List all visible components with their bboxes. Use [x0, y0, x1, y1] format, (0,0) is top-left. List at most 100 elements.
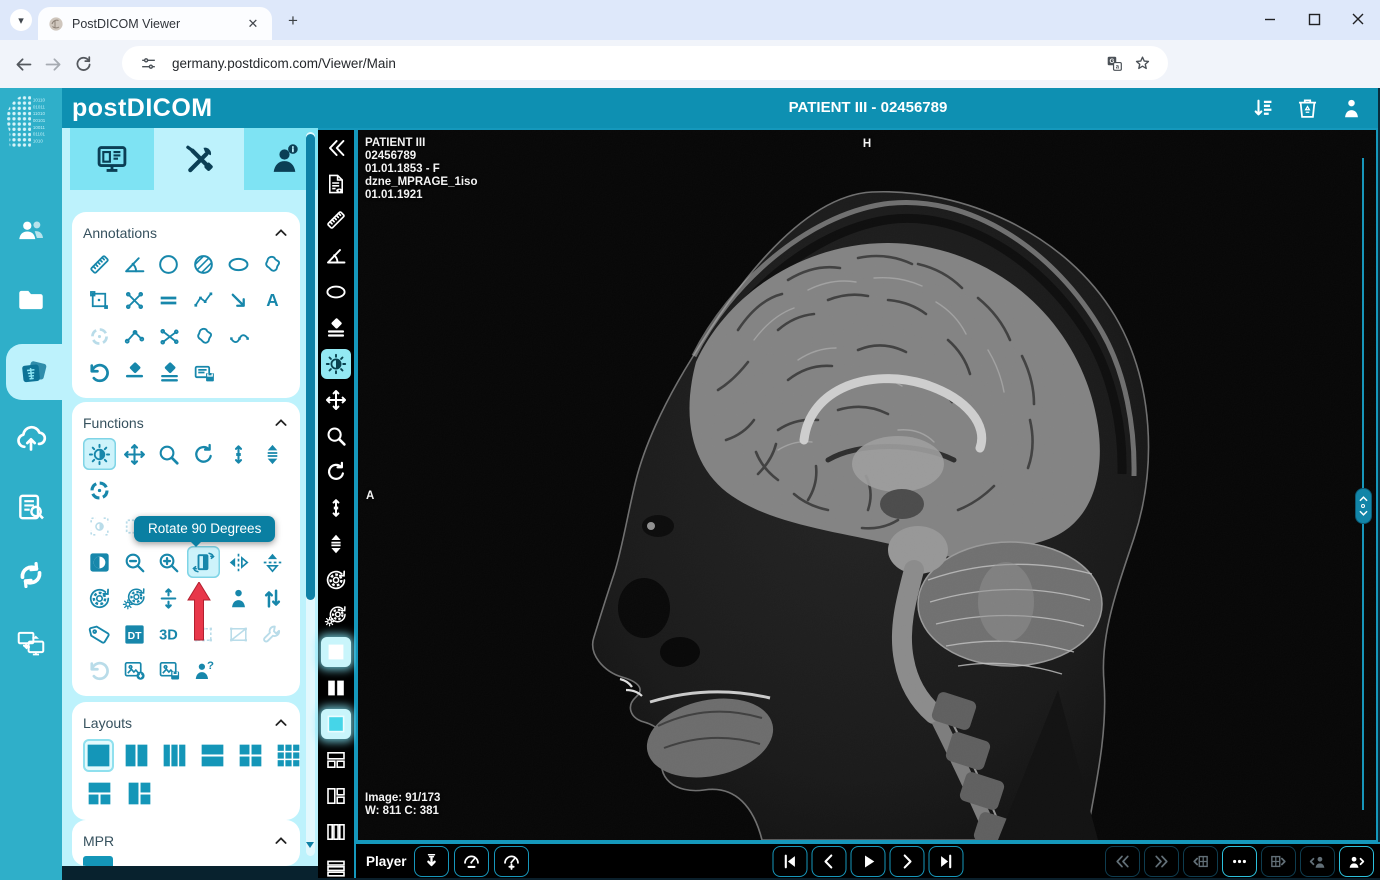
circle-roi-tool[interactable] — [152, 248, 185, 280]
cobb-angle-tool[interactable] — [153, 320, 186, 352]
export-video-button[interactable] — [414, 846, 449, 877]
window-close-button[interactable] — [1336, 0, 1380, 38]
zoom-tool[interactable] — [152, 438, 185, 470]
invert-button[interactable] — [83, 546, 116, 578]
reset-window-level-button[interactable] — [318, 604, 354, 628]
layout-1x2[interactable] — [121, 739, 152, 772]
layouts-header[interactable]: Layouts — [83, 710, 289, 736]
window-level-tool[interactable] — [83, 438, 116, 470]
layout-2x2[interactable] — [235, 739, 266, 772]
layout-left-two-button[interactable] — [318, 784, 354, 808]
single-image-layout-button[interactable] — [318, 637, 354, 667]
sidebar-item-upload[interactable] — [0, 410, 62, 466]
new-tab-button[interactable]: + — [282, 10, 304, 32]
forward-icon[interactable] — [38, 49, 68, 79]
parallel-lines-tool[interactable] — [152, 284, 185, 316]
site-settings-icon[interactable] — [134, 49, 162, 77]
measure-angle-tool[interactable] — [318, 244, 354, 268]
freehand-roi-tool[interactable] — [256, 248, 289, 280]
functions-header[interactable]: Functions — [83, 410, 289, 436]
measure-angle-tool[interactable] — [118, 248, 151, 280]
series-options-button[interactable] — [1222, 846, 1257, 877]
recycle-bin-icon[interactable] — [1292, 93, 1322, 123]
pan-tool[interactable] — [118, 438, 151, 470]
tab-search-icon[interactable]: ▾ — [10, 9, 32, 31]
mpr-layout-partial[interactable] — [83, 856, 113, 866]
sidebar-item-patient-search[interactable] — [0, 202, 62, 258]
closed-freehand-tool[interactable] — [188, 320, 221, 352]
rectangle-roi-tool[interactable] — [83, 284, 116, 316]
collapse-chevron-icon[interactable] — [273, 715, 289, 731]
erase-all-annotations-button[interactable] — [153, 356, 186, 388]
window-level-tool[interactable] — [318, 349, 354, 379]
zoom-in-button[interactable] — [152, 546, 185, 578]
flip-vertical-button[interactable] — [256, 546, 289, 578]
sidebar-item-viewer[interactable] — [6, 344, 62, 400]
decrease-speed-button[interactable] — [454, 846, 489, 877]
collapse-chevron-icon[interactable] — [273, 415, 289, 431]
zoom-tool[interactable] — [318, 424, 354, 448]
save-image-button[interactable] — [153, 654, 186, 686]
sidebar-item-order-worklist[interactable] — [0, 479, 62, 535]
window-minimize-button[interactable] — [1248, 0, 1292, 38]
increase-speed-button[interactable] — [494, 846, 529, 877]
sidebar-item-folders[interactable] — [0, 272, 62, 328]
arrow-annotation-tool[interactable] — [222, 284, 255, 316]
layout-1x3[interactable] — [159, 739, 190, 772]
layout-1-left-2-right[interactable] — [123, 777, 156, 810]
translate-icon[interactable]: Ga — [1100, 49, 1128, 77]
single-series-layout-button[interactable] — [318, 709, 354, 739]
erase-annotation-button[interactable] — [318, 316, 354, 340]
patient-orientation-button[interactable] — [222, 582, 255, 614]
stack-scroll-tool[interactable] — [256, 438, 289, 470]
window-maximize-button[interactable] — [1292, 0, 1336, 38]
panel-scrollbar-thumb[interactable] — [306, 134, 315, 600]
series-scroll-slider[interactable] — [1354, 158, 1372, 810]
collapse-panel-button[interactable] — [318, 136, 354, 160]
open-3d-button[interactable] — [152, 618, 185, 650]
cross-measurement-tool[interactable] — [118, 284, 151, 316]
tab-patient-info[interactable] — [244, 128, 328, 190]
report-button[interactable] — [318, 172, 354, 196]
tab-tools[interactable] — [157, 128, 241, 190]
series-scroll-thumb[interactable] — [1354, 488, 1372, 524]
text-annotation-tool[interactable] — [256, 284, 289, 316]
back-icon[interactable] — [8, 49, 38, 79]
sort-images-button[interactable] — [256, 582, 289, 614]
sidebar-item-dicom-transfer[interactable] — [0, 547, 62, 603]
sort-queue-icon[interactable] — [1248, 93, 1278, 123]
sidebar-item-remote-viewing[interactable] — [0, 615, 62, 671]
address-bar[interactable]: germany.postdicom.com/Viewer/Main Ga — [122, 46, 1168, 80]
bookmark-star-icon[interactable] — [1128, 49, 1156, 77]
next-patient-button[interactable] — [1339, 846, 1374, 877]
play-button[interactable] — [850, 846, 886, 877]
reset-window-level-button[interactable] — [118, 582, 151, 614]
show-dicom-tags-button[interactable] — [83, 618, 116, 650]
reset-rotation-button[interactable] — [83, 582, 116, 614]
layout-1-top-2-bottom[interactable] — [83, 777, 116, 810]
panel-scrollbar[interactable] — [306, 132, 315, 856]
last-image-button[interactable] — [928, 846, 964, 877]
pan-tool[interactable] — [318, 388, 354, 412]
ellipse-roi-tool[interactable] — [318, 280, 354, 304]
first-image-button[interactable] — [772, 846, 808, 877]
measure-length-tool[interactable] — [318, 208, 354, 232]
scroll-images-tool[interactable] — [318, 496, 354, 520]
annotations-header[interactable]: Annotations — [83, 220, 289, 246]
layout-rows-button[interactable] — [318, 856, 354, 880]
localizer-tool[interactable] — [83, 474, 116, 506]
export-image-button[interactable] — [118, 654, 151, 686]
collapse-chevron-icon[interactable] — [273, 225, 289, 241]
layout-top-two-button[interactable] — [318, 748, 354, 772]
flip-horizontal-button[interactable] — [222, 546, 255, 578]
account-icon[interactable] — [1336, 93, 1366, 123]
stack-scroll-tool[interactable] — [318, 532, 354, 556]
previous-image-button[interactable] — [811, 846, 847, 877]
measure-length-tool[interactable] — [83, 248, 116, 280]
dt-report-button[interactable] — [118, 618, 151, 650]
spline-curve-tool[interactable] — [223, 320, 256, 352]
layout-1x1[interactable] — [83, 738, 114, 772]
mpr-header[interactable]: MPR — [83, 828, 289, 854]
image-viewport[interactable]: PATIENT III 02456789 01.01.1853 - F dzne… — [356, 128, 1378, 842]
tab-close-icon[interactable]: ✕ — [244, 15, 262, 33]
